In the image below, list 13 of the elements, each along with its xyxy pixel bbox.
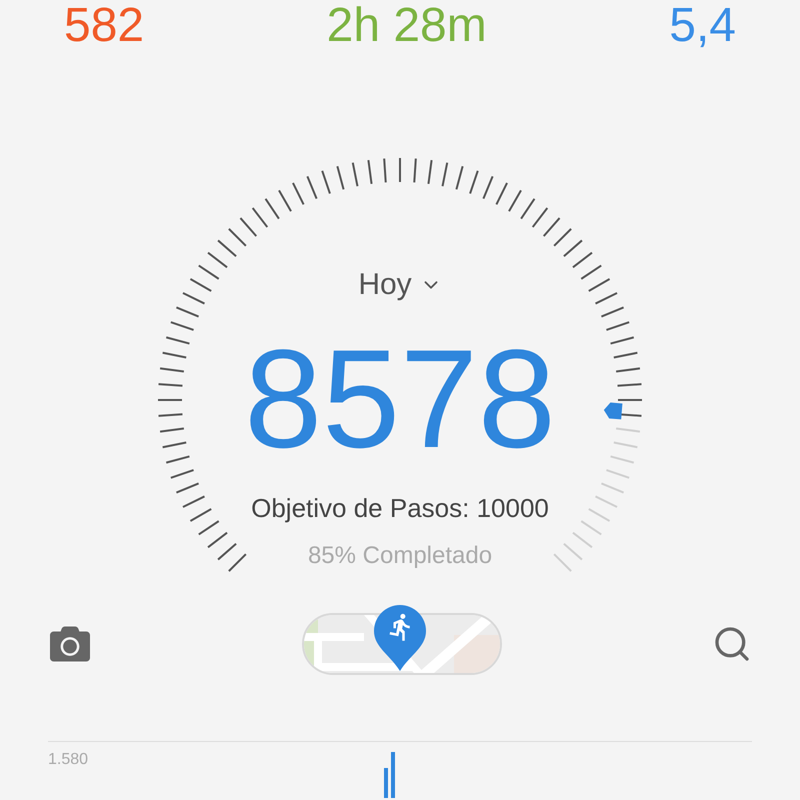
stat-value: 582 [64,2,144,46]
stat-value: 5,4 [669,2,736,46]
axis-label: 1.580 [48,750,88,770]
progress-marker [604,402,622,420]
stat-value: 2h 28m [326,2,487,46]
completion-text: 85% Completado [308,541,492,571]
step-goal: Objetivo de Pasos: 10000 [251,492,549,525]
step-count: 8578 [244,329,556,469]
map-button[interactable] [302,602,502,675]
camera-icon[interactable] [48,624,92,664]
period-dropdown[interactable]: Hoy [358,262,442,307]
bar-chart-drawing [384,752,396,798]
location-pin-icon [372,602,428,673]
